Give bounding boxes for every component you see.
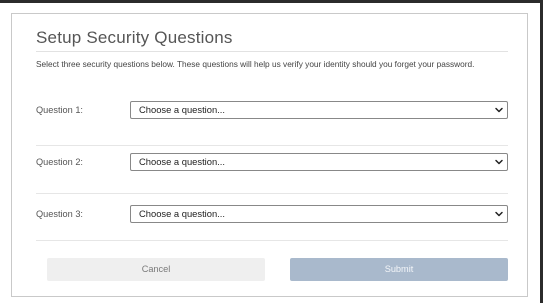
window-frame-top — [0, 0, 543, 3]
chevron-down-icon — [495, 107, 503, 113]
question-2-select[interactable]: Choose a question... — [130, 153, 508, 171]
question-2-label: Question 2: — [36, 157, 83, 167]
chevron-down-icon — [495, 211, 503, 217]
dialog-title: Setup Security Questions — [36, 28, 233, 47]
submit-button[interactable]: Submit — [290, 258, 508, 281]
question-2-selected-value: Choose a question... — [139, 156, 225, 167]
title-divider — [36, 51, 508, 52]
question-3-label: Question 3: — [36, 209, 83, 219]
cancel-button[interactable]: Cancel — [47, 258, 265, 281]
question-1-selected-value: Choose a question... — [139, 104, 225, 115]
question-1-label: Question 1: — [36, 105, 83, 115]
question-divider — [36, 193, 508, 194]
question-1-select[interactable]: Choose a question... — [130, 101, 508, 119]
question-3-select[interactable]: Choose a question... — [130, 205, 508, 223]
chevron-down-icon — [495, 159, 503, 165]
question-divider — [36, 240, 508, 241]
question-3-selected-value: Choose a question... — [139, 208, 225, 219]
question-divider — [36, 145, 508, 146]
dialog-description: Select three security questions below. T… — [36, 59, 475, 69]
